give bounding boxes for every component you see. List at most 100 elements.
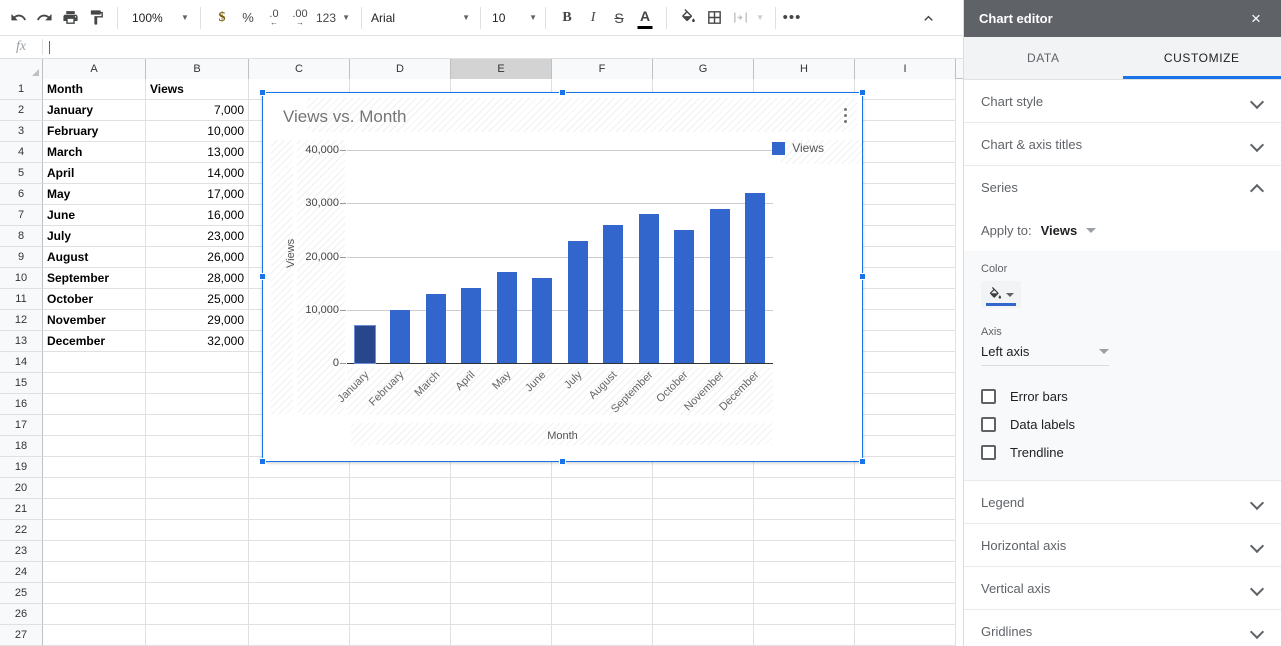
cell-H26[interactable] — [754, 604, 855, 625]
vertical-axis-title-drop-zone[interactable] — [271, 140, 293, 415]
cell-I4[interactable] — [855, 142, 956, 163]
cell-I19[interactable] — [855, 457, 956, 478]
cell-B7[interactable]: 16,000 — [146, 205, 249, 226]
section-legend[interactable]: Legend — [964, 481, 1281, 524]
cell-A26[interactable] — [43, 604, 146, 625]
section-chart-style[interactable]: Chart style — [964, 80, 1281, 123]
cell-A24[interactable] — [43, 562, 146, 583]
cell-A19[interactable] — [43, 457, 146, 478]
cell-F22[interactable] — [552, 520, 653, 541]
cell-I20[interactable] — [855, 478, 956, 499]
cell-D22[interactable] — [350, 520, 451, 541]
paint-format-icon[interactable] — [83, 5, 109, 31]
cell-I23[interactable] — [855, 541, 956, 562]
chevron-down-icon[interactable]: ▼ — [339, 13, 353, 22]
row-header-26[interactable]: 26 — [0, 604, 43, 625]
italic-button[interactable]: I — [580, 5, 606, 31]
cell-C26[interactable] — [249, 604, 350, 625]
cell-C23[interactable] — [249, 541, 350, 562]
cell-B22[interactable] — [146, 520, 249, 541]
cell-A2[interactable]: January — [43, 100, 146, 121]
close-icon[interactable]: × — [1246, 10, 1266, 27]
cell-I2[interactable] — [855, 100, 956, 121]
section-horizontal-axis[interactable]: Horizontal axis — [964, 524, 1281, 567]
chevron-down-icon[interactable]: ▼ — [178, 13, 192, 22]
cell-B12[interactable]: 29,000 — [146, 310, 249, 331]
cell-B24[interactable] — [146, 562, 249, 583]
cell-B14[interactable] — [146, 352, 249, 373]
section-series[interactable]: Series — [964, 166, 1281, 209]
strikethrough-button[interactable]: S — [606, 5, 632, 31]
cell-I7[interactable] — [855, 205, 956, 226]
cell-D27[interactable] — [350, 625, 451, 646]
row-header-22[interactable]: 22 — [0, 520, 43, 541]
row-header-18[interactable]: 18 — [0, 436, 43, 457]
cell-G21[interactable] — [653, 499, 754, 520]
cell-G25[interactable] — [653, 583, 754, 604]
checkbox-trendline[interactable]: Trendline — [981, 438, 1264, 466]
cell-B20[interactable] — [146, 478, 249, 499]
row-header-14[interactable]: 14 — [0, 352, 43, 373]
row-header-24[interactable]: 24 — [0, 562, 43, 583]
chart-title[interactable]: Views vs. Month — [283, 107, 406, 127]
cell-A12[interactable]: November — [43, 310, 146, 331]
formula-input[interactable] — [43, 36, 963, 58]
resize-handle-middle-right[interactable] — [859, 273, 866, 280]
cell-F24[interactable] — [552, 562, 653, 583]
overflow-menu-icon[interactable] — [836, 102, 854, 128]
vertical-axis-labels-drop-zone[interactable] — [297, 140, 345, 415]
cell-I14[interactable] — [855, 352, 956, 373]
row-header-8[interactable]: 8 — [0, 226, 43, 247]
bar-february[interactable] — [390, 310, 410, 363]
cell-B21[interactable] — [146, 499, 249, 520]
apply-to-row[interactable]: Apply to: Views — [964, 209, 1281, 251]
row-header-6[interactable]: 6 — [0, 184, 43, 205]
cell-H25[interactable] — [754, 583, 855, 604]
column-header-d[interactable]: D — [350, 59, 451, 79]
series-color-picker[interactable] — [981, 281, 1021, 308]
row-header-20[interactable]: 20 — [0, 478, 43, 499]
cell-C21[interactable] — [249, 499, 350, 520]
row-header-7[interactable]: 7 — [0, 205, 43, 226]
cell-A5[interactable]: April — [43, 163, 146, 184]
cell-A4[interactable]: March — [43, 142, 146, 163]
row-header-2[interactable]: 2 — [0, 100, 43, 121]
cell-B19[interactable] — [146, 457, 249, 478]
row-header-11[interactable]: 11 — [0, 289, 43, 310]
resize-handle-bottom-left[interactable] — [259, 458, 266, 465]
cell-H27[interactable] — [754, 625, 855, 646]
tab-customize[interactable]: CUSTOMIZE — [1123, 37, 1281, 79]
cell-H24[interactable] — [754, 562, 855, 583]
row-header-1[interactable]: 1 — [0, 79, 43, 100]
chart-object[interactable]: Views vs. Month Views Views Month 010,00… — [262, 92, 863, 462]
cell-B27[interactable] — [146, 625, 249, 646]
horizontal-axis-title[interactable]: Month — [263, 430, 862, 442]
row-header-5[interactable]: 5 — [0, 163, 43, 184]
vertical-axis-title[interactable]: Views — [285, 239, 297, 268]
cell-I16[interactable] — [855, 394, 956, 415]
cell-A10[interactable]: September — [43, 268, 146, 289]
bar-december[interactable] — [745, 193, 765, 363]
cell-A13[interactable]: December — [43, 331, 146, 352]
section-chart-and-axis-titles[interactable]: Chart & axis titles — [964, 123, 1281, 166]
cell-B1[interactable]: Views — [146, 79, 249, 100]
cell-A21[interactable] — [43, 499, 146, 520]
undo-icon[interactable] — [5, 5, 31, 31]
checkbox-data-labels[interactable]: Data labels — [981, 410, 1264, 438]
cell-A23[interactable] — [43, 541, 146, 562]
cell-C25[interactable] — [249, 583, 350, 604]
text-color-button[interactable]: A — [632, 5, 658, 31]
cell-A1[interactable]: Month — [43, 79, 146, 100]
cell-H23[interactable] — [754, 541, 855, 562]
cell-G24[interactable] — [653, 562, 754, 583]
bar-january[interactable] — [355, 326, 375, 363]
row-header-15[interactable]: 15 — [0, 373, 43, 394]
bar-march[interactable] — [426, 294, 446, 363]
cell-D23[interactable] — [350, 541, 451, 562]
cell-F27[interactable] — [552, 625, 653, 646]
cell-I6[interactable] — [855, 184, 956, 205]
row-header-23[interactable]: 23 — [0, 541, 43, 562]
cell-A22[interactable] — [43, 520, 146, 541]
redo-icon[interactable] — [31, 5, 57, 31]
bar-may[interactable] — [497, 272, 517, 363]
